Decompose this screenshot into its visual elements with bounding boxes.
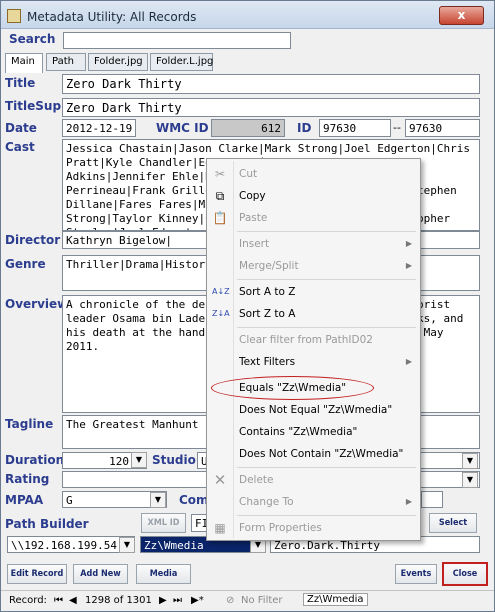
- menu-insert[interactable]: Insert ▶: [207, 233, 420, 255]
- date-label: Date: [5, 121, 37, 135]
- edit-record-button[interactable]: Edit Record: [7, 564, 67, 584]
- mpaa-dropdown-icon[interactable]: ▼: [150, 492, 166, 508]
- title-supp-label: TitleSupp: [5, 99, 70, 113]
- com-field[interactable]: [421, 491, 443, 508]
- menu-not-equal[interactable]: Does Not Equal "Zz\Wmedia": [207, 399, 420, 421]
- id2-field[interactable]: 97630: [405, 119, 480, 137]
- id-range-dash: --: [393, 121, 401, 134]
- menu-merge-split[interactable]: Merge/Split ▶: [207, 255, 420, 277]
- title-label: Title: [5, 76, 36, 90]
- last-record-icon[interactable]: ⏭: [173, 595, 182, 606]
- wmc-id-field[interactable]: 612: [211, 119, 285, 137]
- wmc-id-label: WMC ID: [156, 121, 209, 135]
- genre-label: Genre: [5, 257, 46, 271]
- properties-icon: ▦: [214, 521, 226, 535]
- menu-clear-filter[interactable]: Clear filter from PathID02: [207, 329, 420, 351]
- mpaa-label: MPAA: [5, 493, 44, 507]
- menu-sort-az[interactable]: A↓Z Sort A to Z: [207, 281, 420, 303]
- menu-text-filters[interactable]: Text Filters ▶: [207, 351, 420, 373]
- paste-icon: 📋: [212, 211, 228, 225]
- com-label: Com: [179, 493, 209, 507]
- path-builder-label: Path Builder: [5, 517, 89, 531]
- menu-paste[interactable]: 📋 Paste: [207, 207, 420, 229]
- filter-icon: ⊘: [226, 595, 235, 606]
- search-input[interactable]: [63, 32, 291, 49]
- cut-icon: ✂: [214, 167, 226, 181]
- select-button[interactable]: Select: [429, 513, 477, 533]
- tab-main[interactable]: Main: [5, 53, 43, 73]
- close-button[interactable]: Close: [442, 562, 488, 586]
- app-icon: [7, 9, 21, 23]
- title-supp-field[interactable]: Zero Dark Thirty: [62, 98, 480, 117]
- filter-status[interactable]: No Filter: [241, 595, 283, 606]
- id-field[interactable]: 97630: [319, 119, 391, 137]
- app-window: Metadata Utility: All Records x Search M…: [0, 0, 495, 612]
- studio-dropdown-icon[interactable]: ▼: [462, 453, 478, 469]
- new-record-icon[interactable]: ▶*: [191, 595, 204, 606]
- submenu-arrow-icon: ▶: [405, 261, 412, 270]
- record-label: Record:: [9, 595, 47, 606]
- tab-folder-jpg[interactable]: Folder.jpg: [88, 53, 148, 71]
- search-label: Search: [9, 32, 56, 46]
- add-new-button[interactable]: Add New: [73, 564, 128, 584]
- studio-label: Studio: [152, 453, 196, 467]
- record-position[interactable]: 1298 of 1301: [85, 595, 152, 606]
- first-record-icon[interactable]: ⏮: [54, 595, 63, 606]
- path-root-dropdown-icon[interactable]: ▼: [119, 537, 135, 553]
- copy-icon: ⧉: [215, 189, 225, 203]
- next-record-icon[interactable]: ▶: [159, 595, 167, 606]
- submenu-arrow-icon: ▶: [405, 497, 412, 506]
- menu-cut[interactable]: ✂ Cut: [207, 163, 420, 185]
- menu-delete[interactable]: ✕ Delete: [207, 469, 420, 491]
- submenu-arrow-icon: ▶: [405, 357, 412, 366]
- duration-dropdown-icon[interactable]: ▼: [131, 452, 147, 468]
- overview-label: Overview: [5, 297, 69, 311]
- tab-folder-l-jpg[interactable]: Folder.L.jpg: [150, 53, 213, 71]
- menu-not-contain[interactable]: Does Not Contain "Zz\Wmedia": [207, 443, 420, 465]
- menu-form-properties[interactable]: ▦ Form Properties: [207, 517, 420, 539]
- tagline-label: Tagline: [5, 417, 54, 431]
- menu-contains[interactable]: Contains "Zz\Wmedia": [207, 421, 420, 443]
- id-label: ID: [297, 121, 312, 135]
- cast-label: Cast: [5, 140, 35, 154]
- rating-dropdown-icon[interactable]: ▼: [462, 472, 478, 488]
- menu-sort-za[interactable]: Z↓A Sort Z to A: [207, 303, 420, 325]
- director-label: Director: [5, 233, 61, 247]
- record-navigation-bar: Record: ⏮ ◀ 1298 of 1301 ▶ ⏭ ▶* ⊘ No Fil…: [1, 590, 494, 611]
- status-search-input[interactable]: Zz\Wmedia: [303, 593, 368, 606]
- context-menu: ✂ Cut ⧉ Copy 📋 Paste Insert ▶ Merge/Split ▶ A…: [206, 158, 421, 541]
- menu-copy[interactable]: ⧉ Copy: [207, 185, 420, 207]
- media-button[interactable]: Media: [136, 564, 191, 584]
- duration-label: Duration: [5, 453, 65, 467]
- delete-icon: ✕: [213, 471, 227, 489]
- title-field[interactable]: Zero Dark Thirty: [62, 74, 480, 94]
- submenu-arrow-icon: ▶: [405, 239, 412, 248]
- sort-za-icon: Z↓A: [212, 309, 230, 318]
- window-title: Metadata Utility: All Records: [27, 10, 197, 24]
- window-close-button[interactable]: x: [439, 6, 484, 25]
- menu-change-to[interactable]: Change To ▶: [207, 491, 420, 513]
- highlight-annotation: [211, 376, 374, 400]
- events-button[interactable]: Events: [395, 564, 437, 584]
- xml-id-button[interactable]: XML ID: [141, 513, 186, 533]
- tab-path[interactable]: Path: [46, 53, 86, 71]
- sort-az-icon: A↓Z: [212, 287, 230, 296]
- date-field[interactable]: 2012-12-19: [62, 119, 136, 137]
- rating-label: Rating: [5, 472, 50, 486]
- path-root-field[interactable]: \\192.168.199.54: [7, 536, 135, 553]
- prev-record-icon[interactable]: ◀: [69, 595, 77, 606]
- title-bar: Metadata Utility: All Records x: [1, 1, 494, 29]
